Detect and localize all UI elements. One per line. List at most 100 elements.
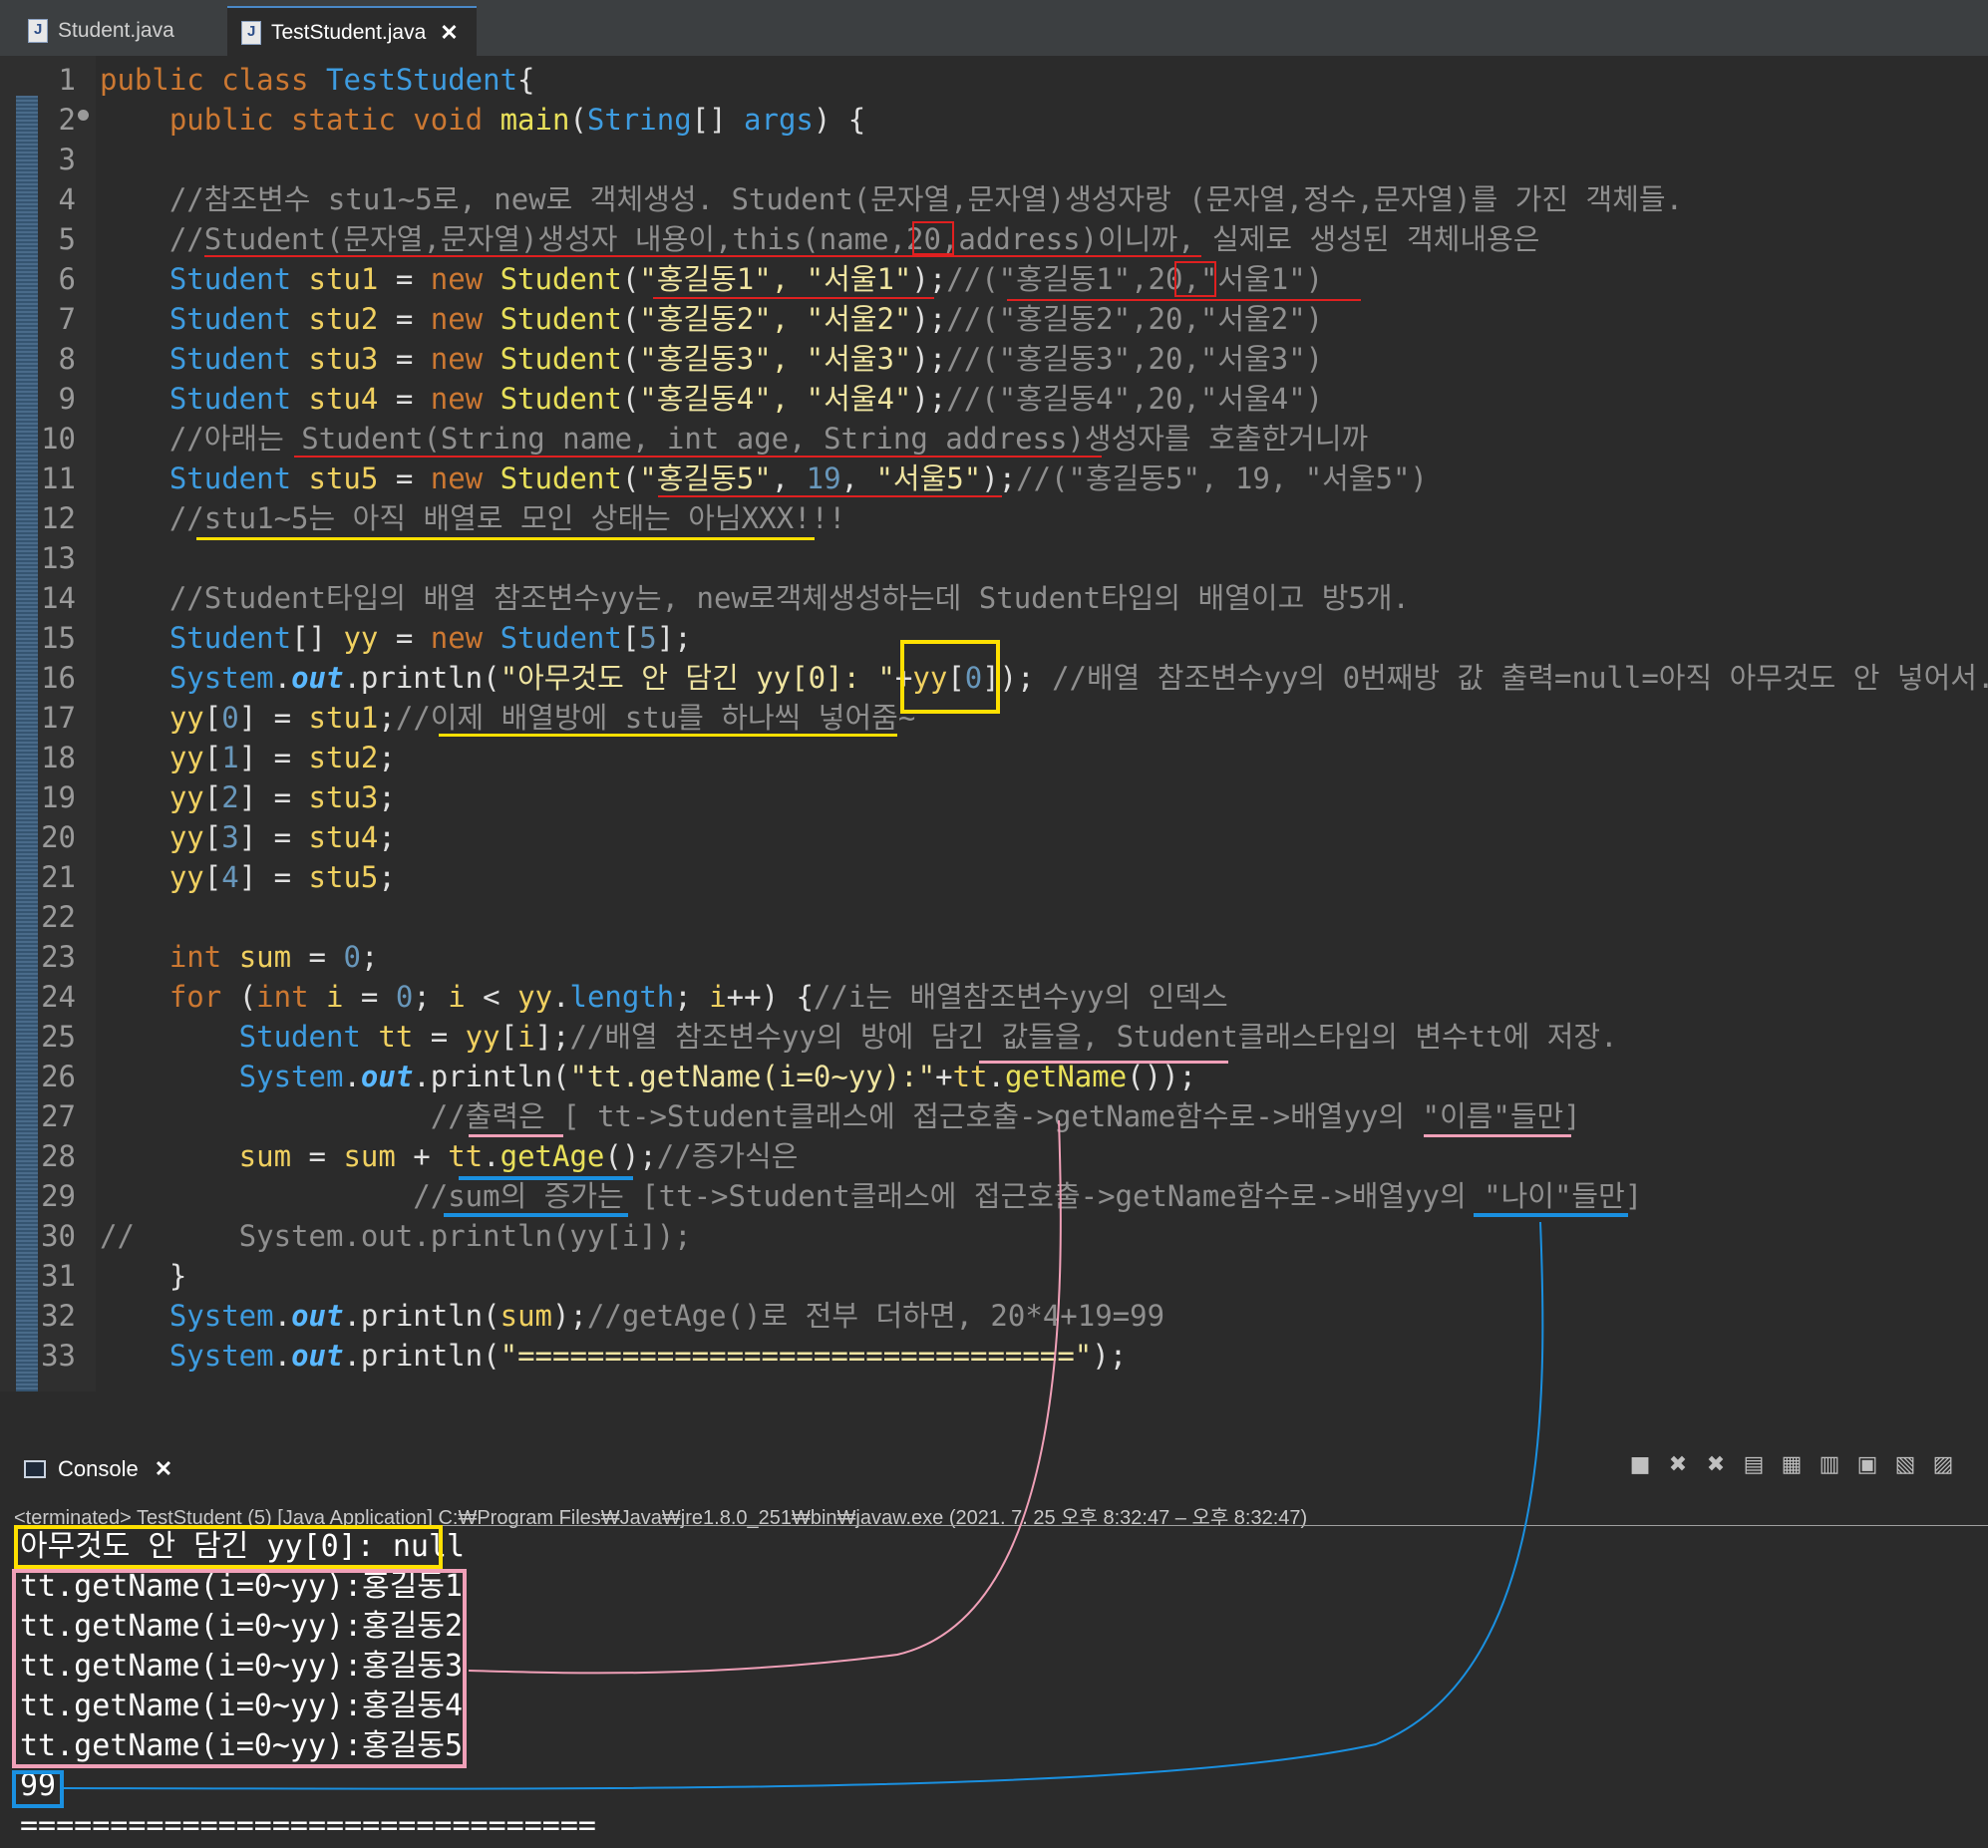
code-token: yy bbox=[465, 1020, 500, 1054]
code-token: yy bbox=[912, 661, 948, 695]
code-line[interactable]: //Student(문자열,문자열)생성자 내용이,this(name,20,a… bbox=[100, 219, 1540, 259]
code-line[interactable]: //Student타입의 배열 참조변수yy는, new로객체생성하는데 Stu… bbox=[100, 578, 1410, 618]
stop-icon[interactable]: ■ bbox=[1625, 1449, 1655, 1479]
code-token: ; bbox=[378, 820, 396, 854]
code-editor[interactable]: 1 2 3 4 5 6 7 8 9 10 11 12 13 14 15 16 17 18 19 20 21 22 23 24 2… bbox=[0, 56, 1988, 1391]
code-line[interactable]: System.out.println("아무것도 안 담긴 yy[0]: "+y… bbox=[100, 658, 1988, 698]
code-token: 19 bbox=[806, 462, 841, 495]
code-line[interactable]: // System.out.println(yy[i]); bbox=[100, 1216, 692, 1256]
code-token: . bbox=[273, 1299, 292, 1333]
code-line[interactable]: Student[] yy = new Student[5]; bbox=[100, 618, 692, 658]
line-number: 24 bbox=[41, 980, 76, 1014]
code-line[interactable]: //stu1~5는 아직 배열로 모인 상태는 아님XXX!!! bbox=[100, 498, 846, 538]
code-line[interactable]: yy[2] = stu3; bbox=[100, 777, 396, 817]
open-console-icon[interactable]: ▨ bbox=[1928, 1449, 1958, 1479]
code-token: 2 bbox=[221, 780, 239, 814]
tab-teststudent-java[interactable]: TestStudent.java ✕ bbox=[227, 6, 477, 58]
code-line[interactable]: Student stu5 = new Student("홍길동5", 19, "… bbox=[100, 459, 1428, 498]
code-token: + bbox=[395, 1139, 449, 1173]
code-token: stu4 bbox=[308, 382, 379, 416]
code-line[interactable]: System.out.println("====================… bbox=[100, 1336, 1127, 1376]
code-token: main bbox=[499, 103, 570, 137]
code-line[interactable]: public class TestStudent{ bbox=[100, 60, 535, 100]
code-token: //stu1~5는 아직 배열로 모인 상태는 아님XXX!!! bbox=[100, 501, 846, 535]
code-line[interactable]: yy[3] = stu4; bbox=[100, 817, 396, 857]
console-output-line: ================================ bbox=[20, 1808, 596, 1843]
code-token: getAge bbox=[499, 1139, 605, 1173]
code-line[interactable]: sum = sum + tt.getAge();//증가식은 bbox=[100, 1136, 799, 1176]
code-token: //Student(문자열,문자열)생성자 내용이,this(name,20,a… bbox=[100, 222, 1540, 256]
pin-console-icon[interactable]: ▣ bbox=[1852, 1449, 1882, 1479]
line-number: 15 bbox=[41, 621, 76, 655]
code-token: ); bbox=[911, 382, 947, 416]
code-token: Student bbox=[100, 621, 292, 655]
code-line[interactable]: for (int i = 0; i < yy.length; i++) {//i… bbox=[100, 977, 1228, 1017]
code-line[interactable]: yy[0] = stu1;//이제 배열방에 stu를 하나씩 넣어줌~ bbox=[100, 698, 915, 738]
code-token: new bbox=[430, 302, 500, 336]
code-token: + bbox=[894, 661, 913, 695]
code-token: [ bbox=[621, 621, 640, 655]
code-token: Student bbox=[499, 621, 622, 655]
console-output-line: tt.getName(i=0~yy):홍길동3 bbox=[20, 1649, 464, 1684]
code-token: ] = bbox=[238, 701, 309, 735]
tab-student-java[interactable]: Student.java bbox=[14, 6, 223, 56]
tab-label: Student.java bbox=[58, 19, 174, 42]
code-line[interactable]: Student stu4 = new Student("홍길동4", "서울4"… bbox=[100, 379, 1323, 419]
code-token: tt bbox=[952, 1060, 988, 1093]
fold-marker-icon[interactable] bbox=[78, 110, 89, 121]
editor-tab-bar: Student.java TestStudent.java ✕ bbox=[0, 0, 1988, 58]
code-token: "홍길동4", "서울4" bbox=[639, 382, 912, 416]
code-line[interactable]: //아래는 Student(String name, int age, Stri… bbox=[100, 419, 1368, 459]
tab-label: TestStudent.java bbox=[271, 21, 427, 44]
code-line[interactable]: int sum = 0; bbox=[100, 937, 379, 977]
code-line[interactable]: Student stu3 = new Student("홍길동3", "서울3"… bbox=[100, 339, 1323, 379]
code-token: int bbox=[256, 980, 326, 1014]
code-line[interactable]: //sum의 증가는 [tt->Student클래스에 접근호출->getNam… bbox=[100, 1176, 1642, 1216]
code-token: "서울5" bbox=[875, 462, 982, 495]
code-token: ); bbox=[1092, 1339, 1128, 1373]
line-number: 10 bbox=[41, 422, 76, 456]
code-token: ; bbox=[378, 701, 396, 735]
remove-all-icon[interactable]: ✖ bbox=[1701, 1449, 1731, 1479]
display-selected-console-icon[interactable]: ▧ bbox=[1890, 1449, 1920, 1479]
code-line[interactable]: //출력은 [ tt->Student클래스에 접근호출->getName함수로… bbox=[100, 1096, 1581, 1136]
scroll-lock-icon[interactable]: ▦ bbox=[1777, 1449, 1807, 1479]
line-number: 16 bbox=[41, 661, 76, 695]
code-token: Student bbox=[100, 1020, 379, 1054]
line-number: 32 bbox=[41, 1299, 76, 1333]
code-token: ( bbox=[621, 462, 640, 495]
clear-console-icon[interactable]: ▤ bbox=[1739, 1449, 1769, 1479]
code-token: 0 bbox=[221, 701, 239, 735]
code-line[interactable]: Student stu2 = new Student("홍길동2", "서울2"… bbox=[100, 299, 1323, 339]
remove-launch-icon[interactable]: ✖ bbox=[1663, 1449, 1693, 1479]
close-icon[interactable]: ✕ bbox=[440, 20, 458, 46]
console-tab[interactable]: Console ✕ bbox=[12, 1443, 179, 1495]
code-line[interactable]: yy[4] = stu5; bbox=[100, 857, 396, 897]
word-wrap-icon[interactable]: ▥ bbox=[1815, 1449, 1844, 1479]
code-token: .println( bbox=[343, 1299, 500, 1333]
line-number: 17 bbox=[41, 701, 76, 735]
code-token: 1 bbox=[221, 741, 239, 774]
code-token: ( bbox=[621, 382, 640, 416]
line-number: 9 bbox=[58, 382, 76, 416]
code-line[interactable]: } bbox=[100, 1256, 186, 1296]
code-token: sum bbox=[238, 940, 292, 974]
code-line[interactable]: yy[1] = stu2; bbox=[100, 738, 396, 777]
code-token: out bbox=[291, 661, 344, 695]
code-line[interactable]: Student stu1 = new Student("홍길동1", "서울1"… bbox=[100, 259, 1323, 299]
close-icon[interactable]: ✕ bbox=[155, 1456, 172, 1482]
code-token: ); bbox=[552, 1299, 587, 1333]
code-line[interactable]: System.out.println("tt.getName(i=0~yy):"… bbox=[100, 1057, 1196, 1096]
code-line[interactable]: System.out.println(sum);//getAge()로 전부 더… bbox=[100, 1296, 1164, 1336]
code-token: yy bbox=[100, 741, 204, 774]
code-token: public class bbox=[100, 63, 326, 97]
code-token: //배열 참조변수yy의 0번째방 값 출력=null=아직 아무것도 안 넣어… bbox=[1052, 661, 1988, 695]
code-line[interactable]: //참조변수 stu1~5로, new로 객체생성. Student(문자열,문… bbox=[100, 179, 1683, 219]
code-token: = bbox=[291, 940, 344, 974]
code-token: .println( bbox=[343, 1339, 500, 1373]
code-token: i bbox=[326, 980, 344, 1014]
code-line[interactable]: public static void main(String[] args) { bbox=[100, 100, 865, 140]
code-token: length bbox=[569, 980, 675, 1014]
code-line[interactable]: Student tt = yy[i];//배열 참조변수yy의 방에 담긴 값들… bbox=[100, 1017, 1618, 1057]
console-output-line: tt.getName(i=0~yy):홍길동5 bbox=[20, 1728, 464, 1763]
